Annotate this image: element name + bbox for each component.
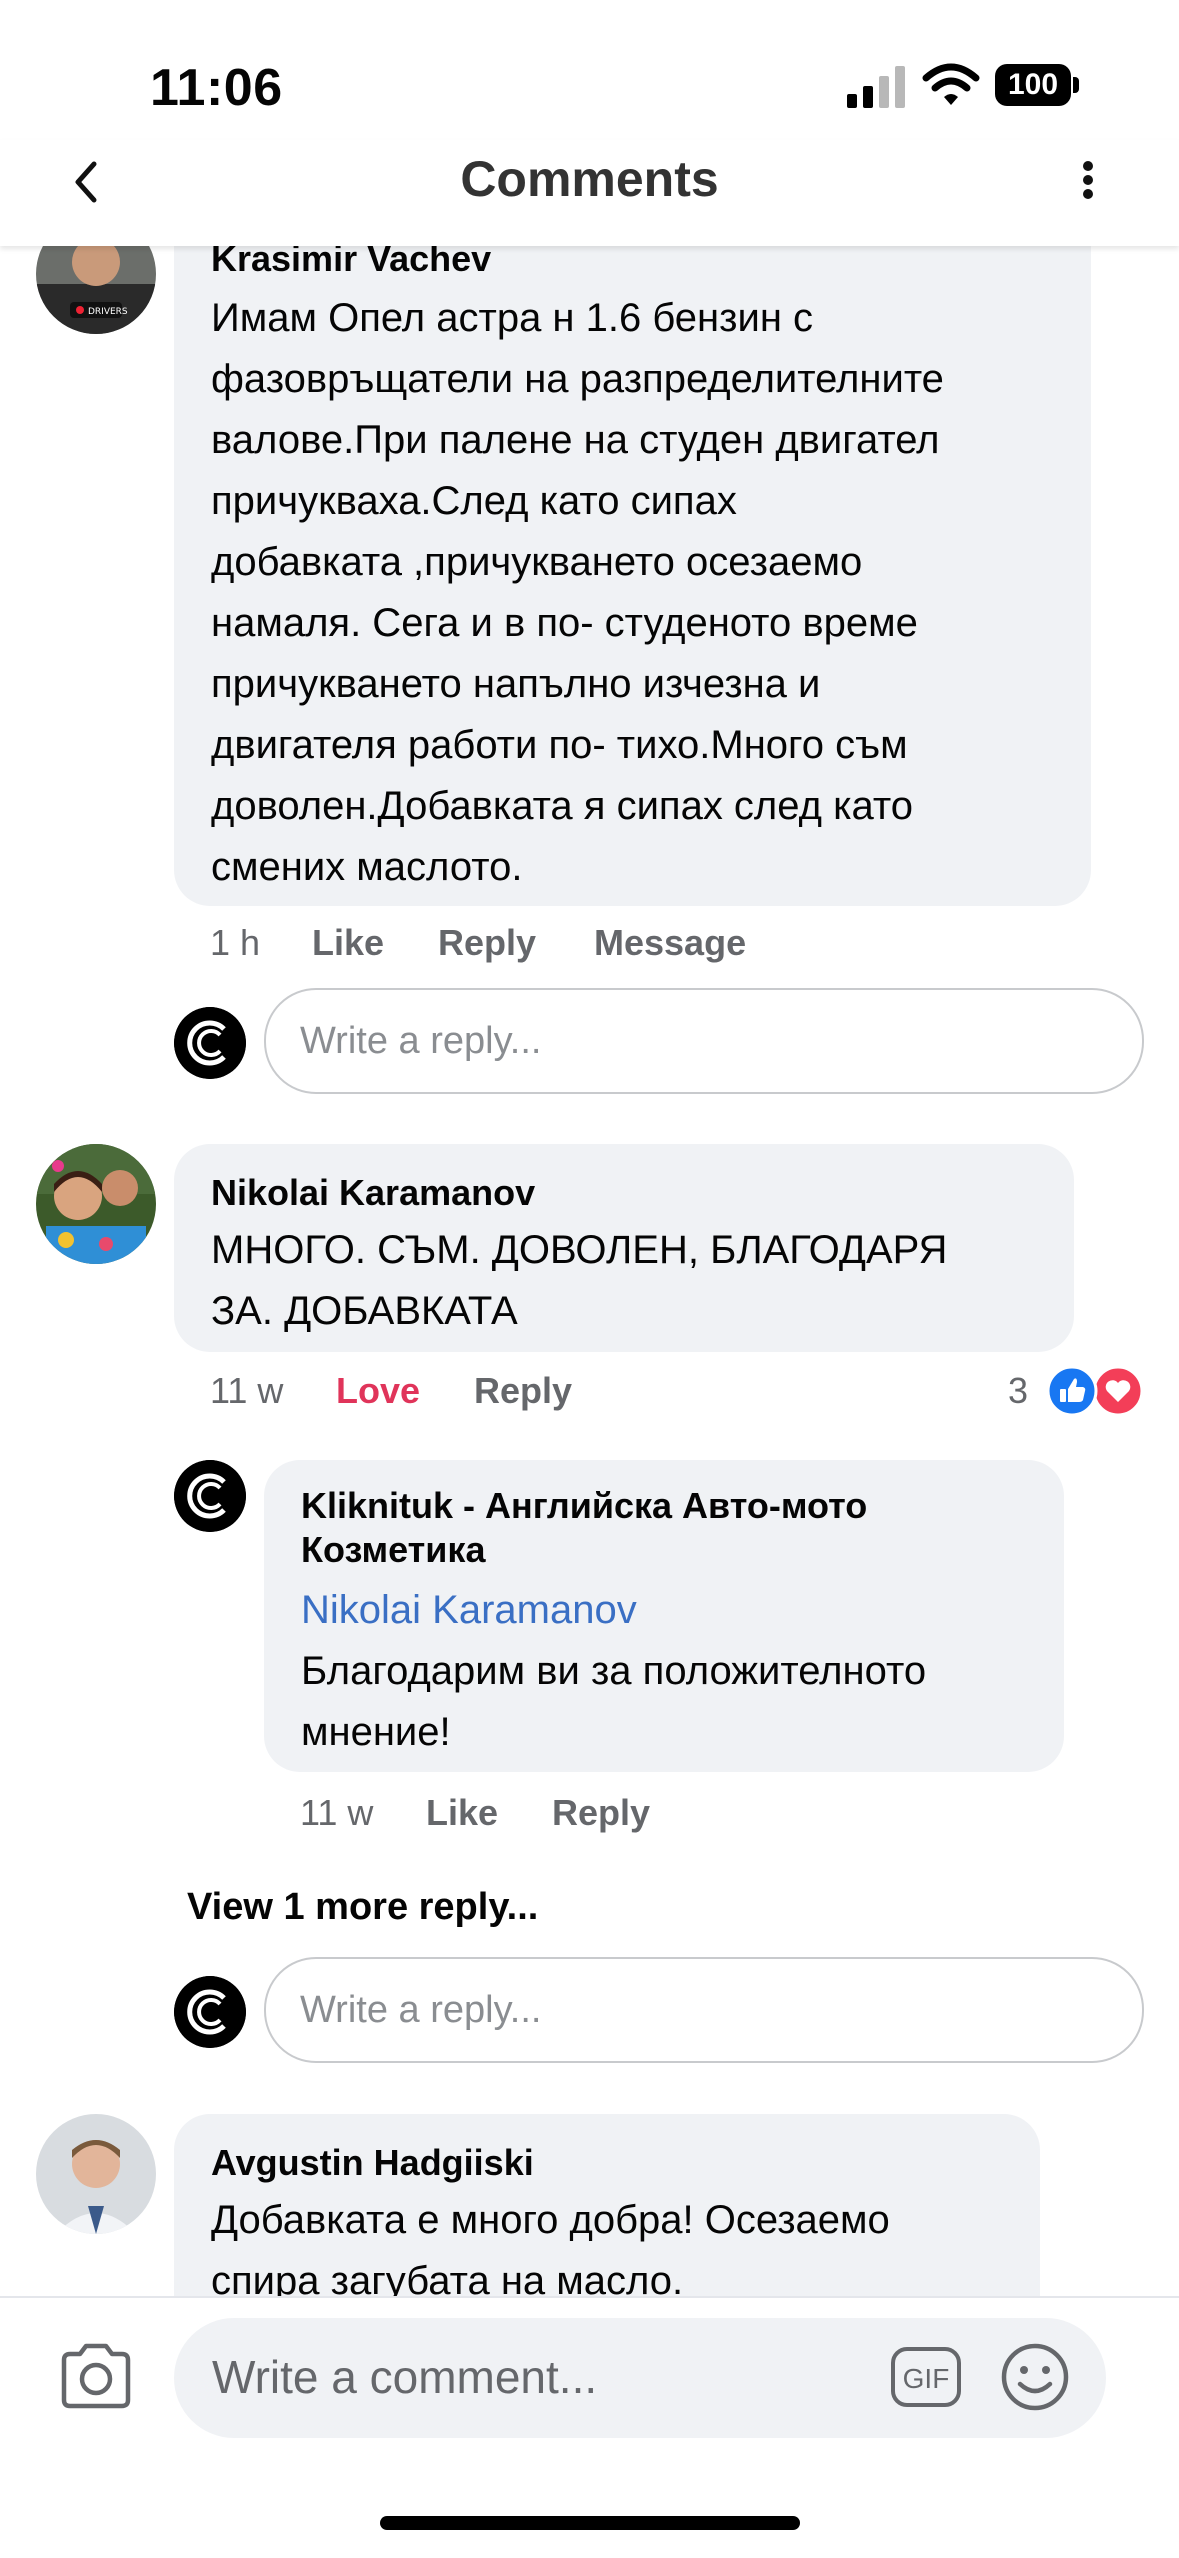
reply-author[interactable]: Kliknituk - Английска Авто-мото Козметик… [301,1484,1041,1572]
emoji-icon [1001,2343,1069,2411]
reply-button[interactable]: Reply [552,1792,650,1834]
reply-input-placeholder: Write a reply... [300,1020,542,1062]
page-avatar [174,1976,246,2048]
like-reaction-icon [1046,1365,1098,1417]
comment-author[interactable]: Nikolai Karamanov [211,1172,535,1214]
reply-button[interactable]: Reply [438,922,536,964]
page-avatar [174,1007,246,1079]
avatar-badge-text: DRIVERS [88,307,128,317]
like-button[interactable]: Like [426,1792,498,1834]
camera-icon [61,2343,131,2409]
view-more-replies-link[interactable]: View 1 more reply... [187,1886,538,1929]
comment-input-placeholder: Write a comment... [212,2351,598,2403]
love-button[interactable]: Love [336,1370,420,1412]
more-options-button[interactable] [1068,150,1108,210]
gif-button[interactable]: GIF [890,2346,962,2408]
gif-icon: GIF [891,2347,961,2407]
comment-text: Имам Опел астра н 1.6 бензин с фазовръща… [211,296,944,889]
like-button[interactable]: Like [312,922,384,964]
mention-link[interactable]: Nikolai Karamanov [301,1580,637,1641]
home-indicator[interactable] [380,2516,800,2530]
svg-text:GIF: GIF [903,2363,950,2394]
comment-text: Добавката е много добра! Осезаемо спира … [211,2198,890,2296]
reactions[interactable] [1044,1364,1144,1418]
emoji-button[interactable] [1000,2342,1070,2412]
reply-text: Благодарим ви за положителното мнение! [301,1649,927,1754]
comment-author[interactable]: Avgustin Hadgiiski [211,2142,534,2184]
comment-time: 11 w [210,1370,284,1411]
reply-time: 11 w [300,1792,374,1833]
comment-time: 1 h [210,922,261,963]
love-reaction-icon [1092,1365,1144,1417]
camera-button[interactable] [56,2340,136,2412]
more-icon [1083,161,1093,199]
avatar-nikolai[interactable] [36,1144,156,1264]
reaction-count[interactable]: 3 [1008,1370,1028,1412]
avatar-avgustin[interactable] [36,2114,156,2234]
message-button[interactable]: Message [594,922,746,964]
reply-input-placeholder: Write a reply... [300,1989,542,2031]
comment-text: МНОГО. СЪМ. ДОВОЛЕН, БЛАГОДАРЯ ЗА. ДОБАВ… [211,1228,948,1333]
page-title: Comments [460,151,719,207]
comments-list[interactable]: DRIVERS Krasimir Vachev Имам Опел астра … [0,0,1179,2296]
reply-button[interactable]: Reply [474,1370,572,1412]
kliknituk-avatar[interactable] [174,1460,246,1532]
